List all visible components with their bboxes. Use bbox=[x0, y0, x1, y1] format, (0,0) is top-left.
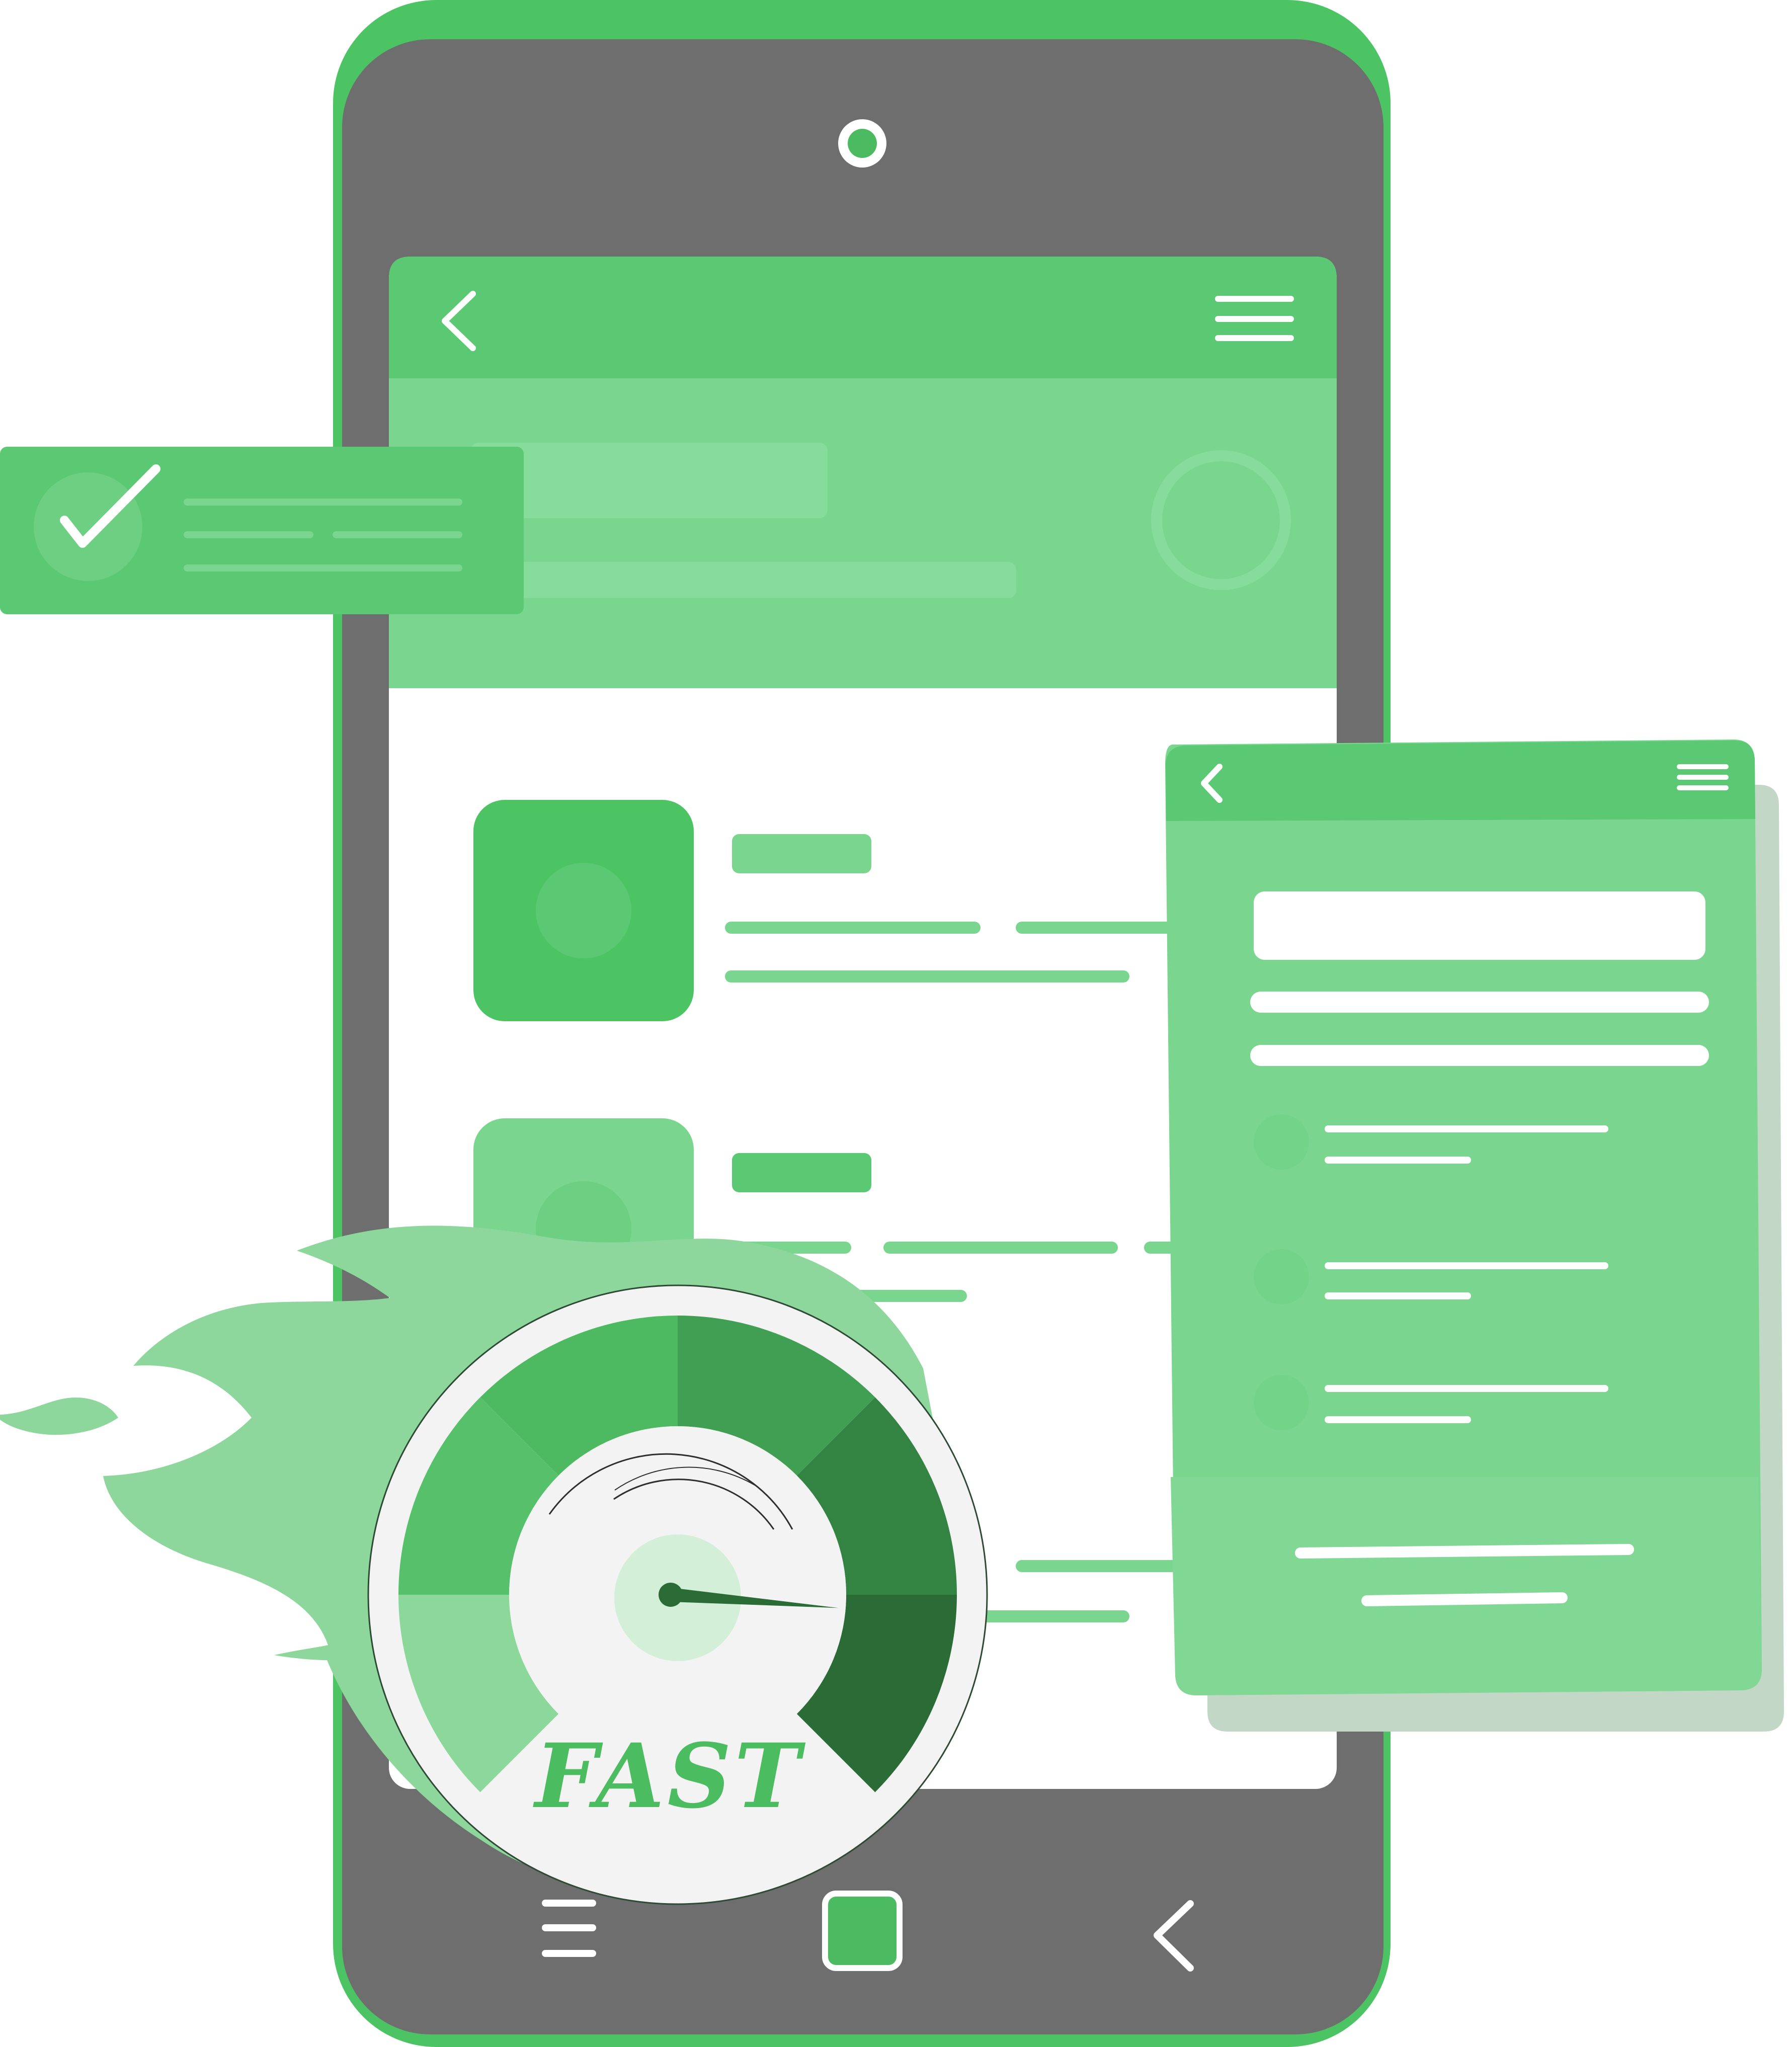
banner-subtitle-placeholder bbox=[470, 562, 1016, 598]
app-banner bbox=[389, 378, 1337, 688]
list-item-tag bbox=[732, 1153, 871, 1192]
illustration: FAST bbox=[0, 0, 1792, 2047]
panel-input-field[interactable] bbox=[1254, 891, 1705, 960]
speedometer-label: FAST bbox=[532, 1724, 805, 1828]
thumbnail-dot bbox=[536, 863, 631, 958]
panel-footer-line bbox=[1295, 1544, 1634, 1559]
panel-row-dot bbox=[1254, 1114, 1309, 1170]
phone-speed-illustration: FAST bbox=[0, 0, 1784, 2047]
check-badge bbox=[34, 472, 142, 581]
list-item-tag bbox=[732, 834, 871, 873]
speedometer: FAST bbox=[367, 1284, 988, 1905]
panel-row-dot bbox=[1254, 1249, 1309, 1304]
speedometer-hub bbox=[659, 1583, 683, 1607]
panel-row-dot bbox=[1254, 1375, 1309, 1430]
app-header bbox=[389, 257, 1337, 378]
home-square-icon[interactable] bbox=[822, 1891, 903, 1971]
banner-title-placeholder bbox=[470, 443, 828, 518]
panel-footer bbox=[1171, 1477, 1762, 1695]
panel-header bbox=[1166, 741, 1755, 821]
panel-footer-line bbox=[1361, 1592, 1568, 1606]
floating-panel[interactable] bbox=[1165, 740, 1784, 1732]
camera-icon bbox=[838, 119, 886, 168]
notification-card[interactable] bbox=[0, 447, 524, 614]
